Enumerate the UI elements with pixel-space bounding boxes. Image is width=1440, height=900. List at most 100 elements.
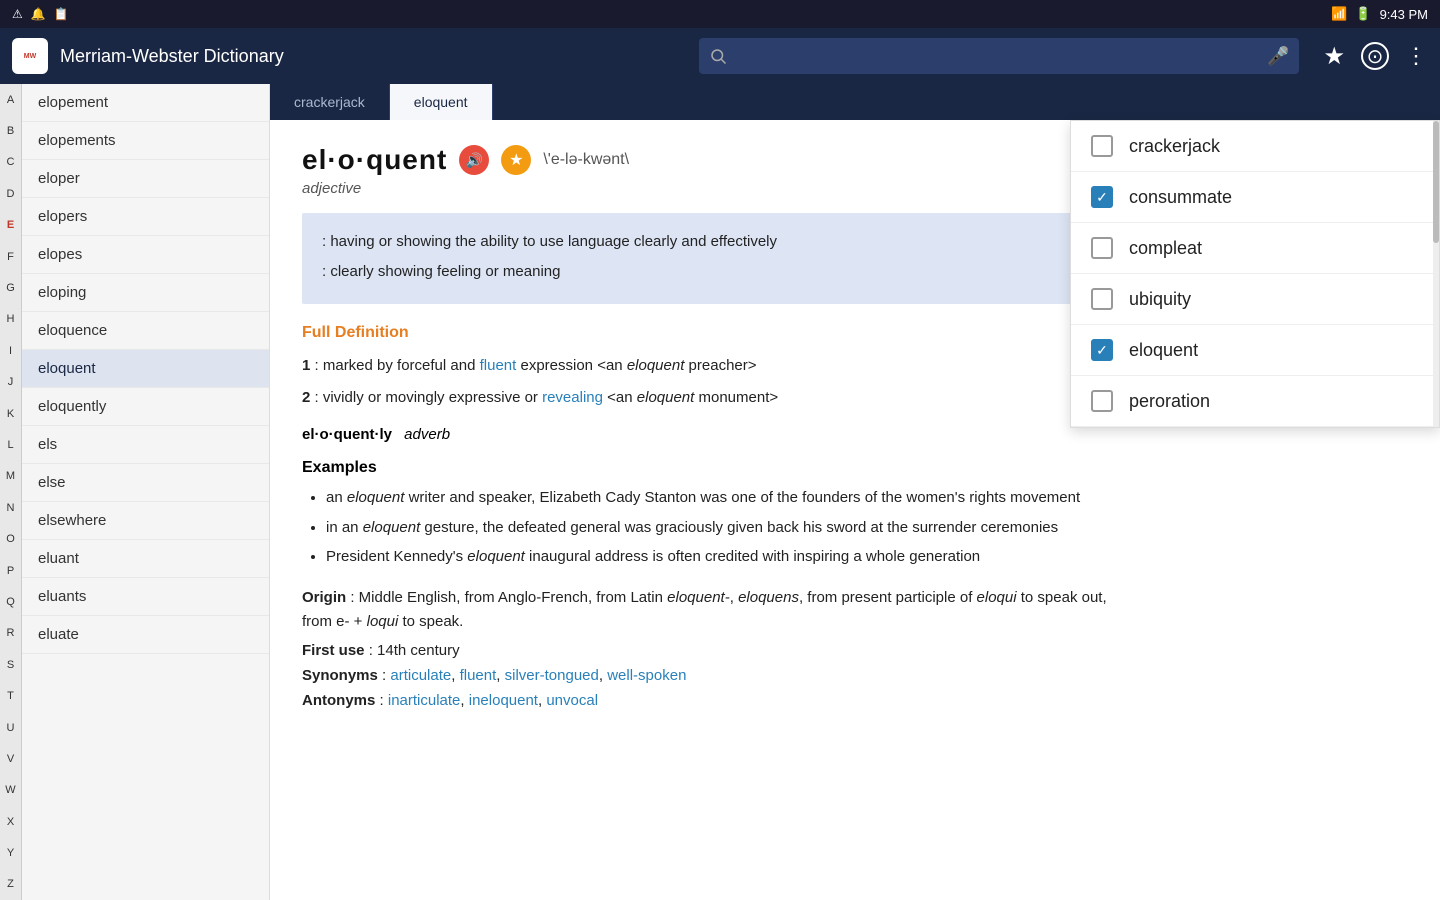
- dropdown-item-consummate[interactable]: ✓ consummate: [1071, 172, 1439, 223]
- full-def-title: Full Definition: [302, 324, 1138, 342]
- list-item[interactable]: else: [22, 464, 269, 502]
- list-item[interactable]: eluate: [22, 616, 269, 654]
- list-item[interactable]: eloping: [22, 274, 269, 312]
- alpha-M[interactable]: M: [0, 461, 21, 492]
- list-item-eloquent[interactable]: eloquent: [22, 350, 269, 388]
- alpha-K[interactable]: K: [0, 398, 21, 429]
- checkbox-eloquent[interactable]: ✓: [1091, 339, 1113, 361]
- alpha-C[interactable]: C: [0, 147, 21, 178]
- mic-icon[interactable]: 🎤: [1267, 46, 1289, 67]
- alpha-R[interactable]: R: [0, 618, 21, 649]
- alpha-sidebar: A B C D E F G H I J K L M N O P Q R S T …: [0, 84, 22, 900]
- time-display: 9:43 PM: [1380, 7, 1428, 22]
- alpha-Y[interactable]: Y: [0, 837, 21, 868]
- alpha-B[interactable]: B: [0, 115, 21, 146]
- list-item[interactable]: elopes: [22, 236, 269, 274]
- nav-icons: ★ ⊙ ⋮: [1323, 42, 1428, 71]
- menu-icon[interactable]: ⋮: [1405, 43, 1428, 69]
- main-layout: A B C D E F G H I J K L M N O P Q R S T …: [0, 84, 1440, 900]
- app-logo: MW: [12, 38, 48, 74]
- list-item[interactable]: els: [22, 426, 269, 464]
- synonym-articulate[interactable]: articulate: [390, 667, 451, 684]
- list-item[interactable]: elopement: [22, 84, 269, 122]
- dropdown-item-compleat[interactable]: compleat: [1071, 223, 1439, 274]
- numbered-def-2: 2 : vividly or movingly expressive or re…: [302, 386, 1138, 410]
- checkbox-peroration[interactable]: [1091, 390, 1113, 412]
- link-revealing[interactable]: revealing: [542, 389, 603, 406]
- dropdown-item-peroration[interactable]: peroration: [1071, 376, 1439, 427]
- dropdown-word-eloquent: eloquent: [1129, 340, 1198, 361]
- alpha-F[interactable]: F: [0, 241, 21, 272]
- alpha-E[interactable]: E: [0, 210, 21, 241]
- tab-bar: crackerjack eloquent: [270, 84, 1440, 120]
- alpha-A[interactable]: A: [0, 84, 21, 115]
- alpha-G[interactable]: G: [0, 272, 21, 303]
- search-input[interactable]: [735, 48, 1259, 65]
- word-title: el·o·quent: [302, 144, 447, 176]
- checkbox-ubiquity[interactable]: [1091, 288, 1113, 310]
- antonyms-section: Antonyms : inarticulate, ineloquent, unv…: [302, 692, 1138, 709]
- antonym-unvocal[interactable]: unvocal: [546, 692, 598, 709]
- tab-eloquent[interactable]: eloquent: [390, 84, 493, 120]
- dropdown-scrollbar[interactable]: [1433, 121, 1439, 427]
- alpha-Q[interactable]: Q: [0, 586, 21, 617]
- first-use: First use : 14th century: [302, 642, 1138, 659]
- alpha-Z[interactable]: Z: [0, 869, 21, 900]
- alpha-T[interactable]: T: [0, 680, 21, 711]
- pronunciation-button[interactable]: 🔊: [459, 145, 489, 175]
- alpha-X[interactable]: X: [0, 806, 21, 837]
- logo-text: MW: [24, 53, 36, 60]
- link-fluent-1[interactable]: fluent: [480, 357, 517, 374]
- quick-def-1: : having or showing the ability to use l…: [322, 229, 1118, 255]
- list-item[interactable]: eloper: [22, 160, 269, 198]
- alpha-O[interactable]: O: [0, 523, 21, 554]
- checkbox-crackerjack[interactable]: [1091, 135, 1113, 157]
- alpha-U[interactable]: U: [0, 712, 21, 743]
- dropdown-word-ubiquity: ubiquity: [1129, 289, 1191, 310]
- search-bar[interactable]: 🎤: [699, 38, 1299, 74]
- dropdown-item-ubiquity[interactable]: ubiquity: [1071, 274, 1439, 325]
- list-item[interactable]: elopements: [22, 122, 269, 160]
- alpha-L[interactable]: L: [0, 429, 21, 460]
- list-item[interactable]: eloquently: [22, 388, 269, 426]
- content-wrapper: crackerjack eloquent el·o·quent 🔊 ★ \'e-: [270, 84, 1440, 900]
- alpha-I[interactable]: I: [0, 335, 21, 366]
- alpha-V[interactable]: V: [0, 743, 21, 774]
- synonym-fluent[interactable]: fluent: [460, 667, 497, 684]
- dropdown-item-eloquent[interactable]: ✓ eloquent: [1071, 325, 1439, 376]
- first-use-label: First use: [302, 642, 365, 659]
- alpha-W[interactable]: W: [0, 775, 21, 806]
- list-item: in an eloquent gesture, the defeated gen…: [326, 515, 1138, 541]
- dropdown-word-compleat: compleat: [1129, 238, 1202, 259]
- alpha-J[interactable]: J: [0, 367, 21, 398]
- tab-crackerjack[interactable]: crackerjack: [270, 84, 390, 120]
- quick-def-box: : having or showing the ability to use l…: [302, 213, 1138, 304]
- history-icon[interactable]: ⊙: [1361, 42, 1389, 70]
- list-item: President Kennedy's eloquent inaugural a…: [326, 544, 1138, 570]
- alpha-N[interactable]: N: [0, 492, 21, 523]
- favorite-button[interactable]: ★: [501, 145, 531, 175]
- antonym-ineloquent[interactable]: ineloquent: [469, 692, 538, 709]
- synonyms-section: Synonyms : articulate, fluent, silver-to…: [302, 667, 1138, 684]
- checkbox-compleat[interactable]: [1091, 237, 1113, 259]
- list-item[interactable]: eloquence: [22, 312, 269, 350]
- dropdown-word-peroration: peroration: [1129, 391, 1210, 412]
- app-title: Merriam-Webster Dictionary: [60, 46, 284, 67]
- synonym-well-spoken[interactable]: well-spoken: [607, 667, 686, 684]
- alpha-H[interactable]: H: [0, 304, 21, 335]
- list-item[interactable]: eluants: [22, 578, 269, 616]
- dropdown-overlay: crackerjack ✓ consummate compleat ubiqui…: [1070, 120, 1440, 428]
- alpha-S[interactable]: S: [0, 649, 21, 680]
- alpha-D[interactable]: D: [0, 178, 21, 209]
- list-item[interactable]: elopers: [22, 198, 269, 236]
- speaker-icon: 🔊: [466, 152, 483, 169]
- checkbox-consummate[interactable]: ✓: [1091, 186, 1113, 208]
- synonym-silver-tongued[interactable]: silver-tongued: [505, 667, 599, 684]
- list-item[interactable]: elsewhere: [22, 502, 269, 540]
- dropdown-item-crackerjack[interactable]: crackerjack: [1071, 121, 1439, 172]
- antonym-inarticulate[interactable]: inarticulate: [388, 692, 461, 709]
- star-icon: ★: [509, 150, 523, 170]
- alpha-P[interactable]: P: [0, 555, 21, 586]
- list-item[interactable]: eluant: [22, 540, 269, 578]
- star-nav-icon[interactable]: ★: [1323, 42, 1345, 71]
